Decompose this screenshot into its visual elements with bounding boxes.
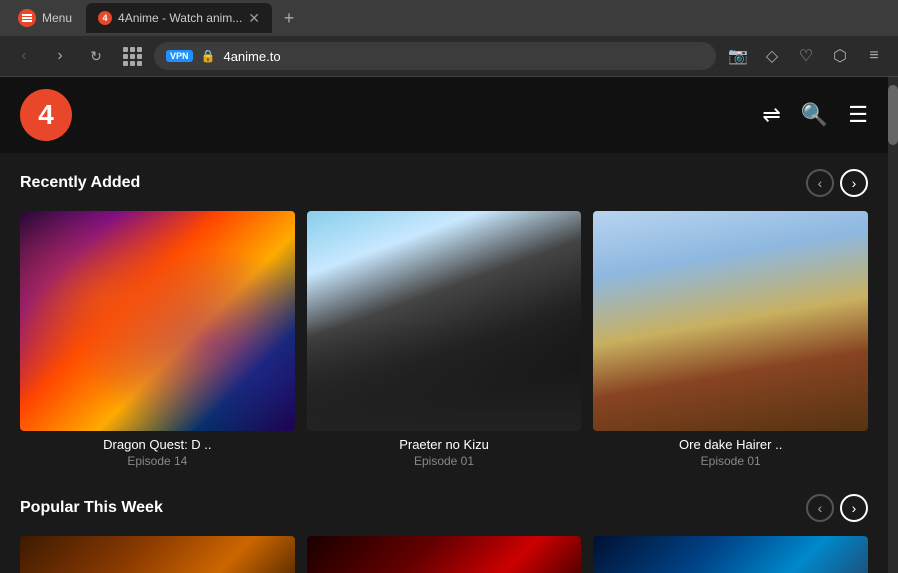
grid-icon (123, 47, 142, 66)
site-header: 4 ⇌ 🔍 ☰ (0, 77, 888, 153)
anime-card-ore-dake[interactable]: Ore dake Hairer .. Episode 01 (593, 211, 868, 474)
popular-card-3[interactable] (593, 536, 868, 573)
recently-added-next-button[interactable]: › (840, 169, 868, 197)
anime-card-dragon-quest[interactable]: Dragon Quest: D .. Episode 14 (20, 211, 295, 474)
page-content: 4 ⇌ 🔍 ☰ Recently Added ‹ › (0, 77, 888, 573)
popular-this-week-nav: ‹ › (806, 494, 868, 522)
praeter-info: Praeter no Kizu Episode 01 (307, 431, 582, 474)
opera-icon (18, 9, 36, 27)
url-text: 4anime.to (223, 49, 704, 64)
forward-button[interactable]: › (46, 42, 74, 70)
favorites-icon[interactable]: ♡ (792, 42, 820, 70)
page-container: 4 ⇌ 🔍 ☰ Recently Added ‹ › (0, 77, 898, 573)
scrollbar-thumb[interactable] (888, 85, 898, 145)
praeter-title: Praeter no Kizu (307, 437, 582, 452)
site-logo[interactable]: 4 (20, 89, 72, 141)
tab-close-button[interactable]: ✕ (248, 10, 260, 27)
anime-card-praeter[interactable]: Praeter no Kizu Episode 01 (307, 211, 582, 474)
recently-added-section: Recently Added ‹ › Dragon Quest: D .. (20, 169, 868, 474)
recently-added-grid: Dragon Quest: D .. Episode 14 Praeter no… (20, 211, 868, 474)
ore-dake-info: Ore dake Hairer .. Episode 01 (593, 431, 868, 474)
dragon-quest-title: Dragon Quest: D .. (20, 437, 295, 452)
dragon-quest-info: Dragon Quest: D .. Episode 14 (20, 431, 295, 474)
popular-this-week-header: Popular This Week ‹ › (20, 494, 868, 522)
scrollbar[interactable] (888, 77, 898, 573)
popular-this-week-title: Popular This Week (20, 499, 163, 517)
popular-card-2[interactable] (307, 536, 582, 573)
thumbnail-image (307, 211, 582, 431)
popular-this-week-section: Popular This Week ‹ › (20, 494, 868, 573)
search-icon[interactable]: 🔍 (801, 102, 828, 128)
popular-prev-button[interactable]: ‹ (806, 494, 834, 522)
extensions-icon[interactable]: ⬡ (826, 42, 854, 70)
new-tab-button[interactable]: + (276, 5, 302, 31)
header-icons: ⇌ 🔍 ☰ (762, 102, 868, 128)
active-tab[interactable]: 4 4Anime - Watch anim... ✕ (86, 3, 272, 33)
shuffle-icon[interactable]: ⇌ (762, 102, 780, 128)
content-area: Recently Added ‹ › Dragon Quest: D .. (0, 153, 888, 573)
recently-added-nav: ‹ › (806, 169, 868, 197)
lock-icon: 🔒 (201, 49, 216, 63)
recently-added-header: Recently Added ‹ › (20, 169, 868, 197)
grid-view-button[interactable] (118, 42, 146, 70)
dragon-quest-episode: Episode 14 (20, 454, 295, 468)
back-button[interactable]: ‹ (10, 42, 38, 70)
tab-favicon: 4 (98, 11, 112, 25)
tab-title: 4Anime - Watch anim... (118, 11, 242, 25)
praeter-episode: Episode 01 (307, 454, 582, 468)
menu-label: Menu (42, 11, 72, 25)
camera-icon[interactable]: 📷 (724, 42, 752, 70)
bookmark-icon[interactable]: ◇ (758, 42, 786, 70)
ore-dake-episode: Episode 01 (593, 454, 868, 468)
praeter-thumbnail (307, 211, 582, 431)
browser-menu-tab[interactable]: Menu (8, 3, 82, 33)
ore-dake-title: Ore dake Hairer .. (593, 437, 868, 452)
browser-menu-icon[interactable]: ≡ (860, 42, 888, 70)
browser-frame: Menu 4 4Anime - Watch anim... ✕ + ‹ › ↻ (0, 0, 898, 77)
reload-button[interactable]: ↻ (82, 42, 110, 70)
recently-added-prev-button[interactable]: ‹ (806, 169, 834, 197)
thumbnail-image (593, 211, 868, 431)
popular-thumbnails-grid (20, 536, 868, 573)
dragon-quest-thumbnail (20, 211, 295, 431)
popular-card-1[interactable] (20, 536, 295, 573)
toolbar-icons: 📷 ◇ ♡ ⬡ ≡ (724, 42, 888, 70)
vpn-badge: VPN (166, 50, 193, 62)
thumbnail-image (20, 211, 295, 431)
recently-added-title: Recently Added (20, 174, 140, 192)
address-bar[interactable]: VPN 🔒 4anime.to (154, 42, 716, 70)
browser-toolbar: ‹ › ↻ VPN 🔒 4anime.to 📷 ◇ ♡ ⬡ ≡ (0, 36, 898, 76)
browser-tabs: Menu 4 4Anime - Watch anim... ✕ + (0, 0, 898, 36)
popular-next-button[interactable]: › (840, 494, 868, 522)
hamburger-menu-icon[interactable]: ☰ (848, 102, 868, 128)
ore-dake-thumbnail (593, 211, 868, 431)
